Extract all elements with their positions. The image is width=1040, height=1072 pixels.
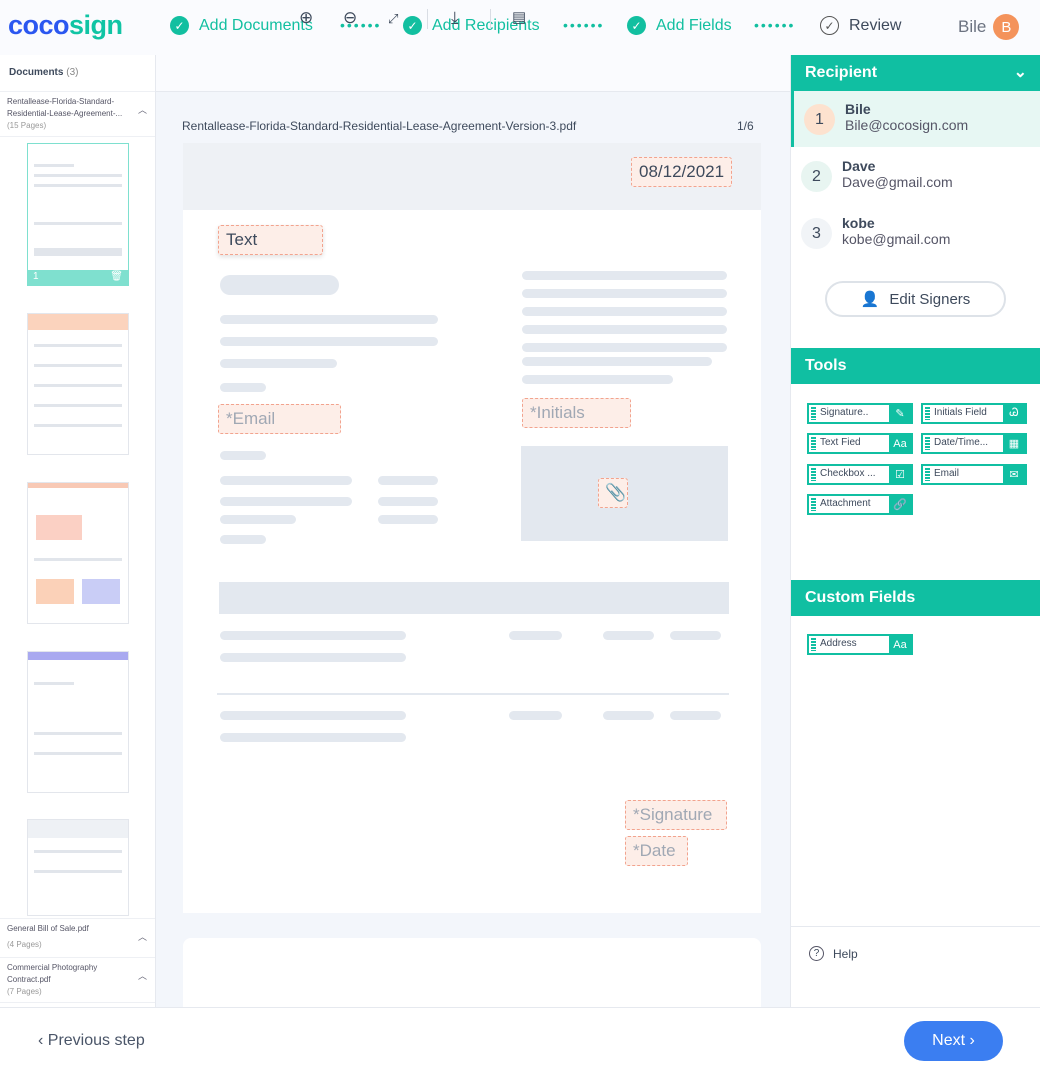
attachment-field-icon[interactable]: 📎 <box>598 478 628 508</box>
paperclip-icon: 🔗 <box>889 496 911 513</box>
download-icon[interactable]: ⤓ <box>451 8 459 28</box>
avatar: B <box>993 14 1020 40</box>
recipient-item[interactable]: 2 Dave Dave@gmail.com <box>791 148 1040 204</box>
step-review[interactable]: ✓ Review <box>820 16 901 35</box>
email-field[interactable]: *Email <box>218 404 341 434</box>
fit-screen-icon[interactable]: ⤢ <box>388 11 398 27</box>
chevron-up-icon[interactable]: ︿ <box>138 970 147 982</box>
page-thumbnail-4[interactable] <box>27 651 129 793</box>
initials-field[interactable]: *Initials <box>522 398 631 428</box>
tool-signature[interactable]: Signature.. ✎ <box>807 403 913 424</box>
check-icon: ✓ <box>403 16 422 35</box>
custom-fields-header: Custom Fields <box>791 580 1040 616</box>
tool-attachment[interactable]: Attachment 🔗 <box>807 494 913 515</box>
previous-step-button[interactable]: ‹ Previous step <box>38 1032 145 1050</box>
documents-title: Documents (3) <box>0 55 155 92</box>
tool-initials[interactable]: Initials Field Ꮚ <box>921 403 1027 424</box>
chevron-up-icon[interactable]: ︿ <box>138 931 147 943</box>
help-link[interactable]: ? Help <box>809 946 858 961</box>
document-item[interactable]: General Bill of Sale.pdf (4 Pages) ︿ <box>0 918 155 958</box>
tool-date-time[interactable]: Date/Time... ▦ <box>921 433 1027 454</box>
recipient-item[interactable]: 1 Bile Bile@cocosign.com <box>791 91 1040 147</box>
tools-header: Tools <box>791 348 1040 384</box>
zoom-in-icon[interactable]: ⊕ <box>299 8 313 28</box>
pen-icon: ✎ <box>889 405 911 422</box>
user-icon: 👤 <box>860 291 880 308</box>
document-item[interactable]: Rentallease-Florida-Standard- Residential… <box>0 92 155 137</box>
toolbar <box>156 55 790 92</box>
signature-field[interactable]: *Signature <box>625 800 727 830</box>
chevron-up-icon[interactable]: ︿ <box>138 104 147 116</box>
zoom-out-icon[interactable]: ⊖ <box>343 8 357 28</box>
text-field[interactable]: Text <box>218 225 323 255</box>
page-thumbnail-1[interactable]: 1 🗑 <box>27 143 129 286</box>
step-divider: •••••• <box>563 17 605 33</box>
date-field[interactable]: 08/12/2021 <box>631 157 733 187</box>
user-menu[interactable]: Bile B <box>958 14 1020 40</box>
page-thumbnail-5[interactable] <box>27 819 129 916</box>
document-item[interactable]: Commercial Photography Contract.pdf (7 Pag… <box>0 958 155 1003</box>
cocosign-logo: cocosign <box>8 10 123 40</box>
step-add-documents[interactable]: ✓ Add Documents <box>170 16 313 35</box>
checkbox-icon: ☑ <box>889 466 911 483</box>
right-panel: Recipient ⌄ 1 Bile Bile@cocosign.com 2 Dave D… <box>790 55 1040 1007</box>
document-filename: Rentallease-Florida-Standard-Residential… <box>182 119 577 133</box>
page-thumbnail-3[interactable] <box>27 482 129 624</box>
tool-email[interactable]: Email ✉ <box>921 464 1027 485</box>
recipient-item[interactable]: 3 kobe kobe@gmail.com <box>791 205 1040 261</box>
next-button[interactable]: Next › <box>904 1021 1003 1061</box>
page-indicator: 1/6 <box>737 119 754 133</box>
page-thumbnail-2[interactable] <box>27 313 129 455</box>
envelope-icon: ✉ <box>1003 466 1025 483</box>
chevron-down-icon[interactable]: ⌄ <box>1014 62 1027 82</box>
calendar-icon: ▦ <box>1003 435 1025 452</box>
tool-checkbox[interactable]: Checkbox ... ☑ <box>807 464 913 485</box>
question-icon: ? <box>809 946 824 961</box>
check-icon: ✓ <box>627 16 646 35</box>
chevron-left-icon: ‹ <box>38 1032 48 1049</box>
date-signed-field[interactable]: *Date <box>625 836 688 866</box>
check-icon: ✓ <box>170 16 189 35</box>
check-circle-icon: ✓ <box>820 16 839 35</box>
document-page <box>183 143 761 913</box>
tool-text[interactable]: Text Fied Aa <box>807 433 913 454</box>
text-icon: Aa <box>889 435 911 452</box>
step-divider: •••••• <box>754 17 796 33</box>
step-add-fields[interactable]: ✓ Add Fields <box>627 16 732 35</box>
document-settings-icon[interactable]: ▤ <box>512 8 526 26</box>
text-icon: Aa <box>889 636 911 653</box>
recipient-header[interactable]: Recipient ⌄ <box>791 55 1040 91</box>
custom-field-address[interactable]: Address Aa <box>807 634 913 655</box>
trash-icon[interactable]: 🗑 <box>110 271 123 284</box>
document-page-2 <box>183 938 761 1018</box>
chevron-right-icon: › <box>965 1032 975 1049</box>
footer: ‹ Previous step Next › <box>0 1007 1040 1072</box>
edit-signers-button[interactable]: 👤 Edit Signers <box>825 281 1006 317</box>
initials-icon: Ꮚ <box>1003 405 1025 422</box>
